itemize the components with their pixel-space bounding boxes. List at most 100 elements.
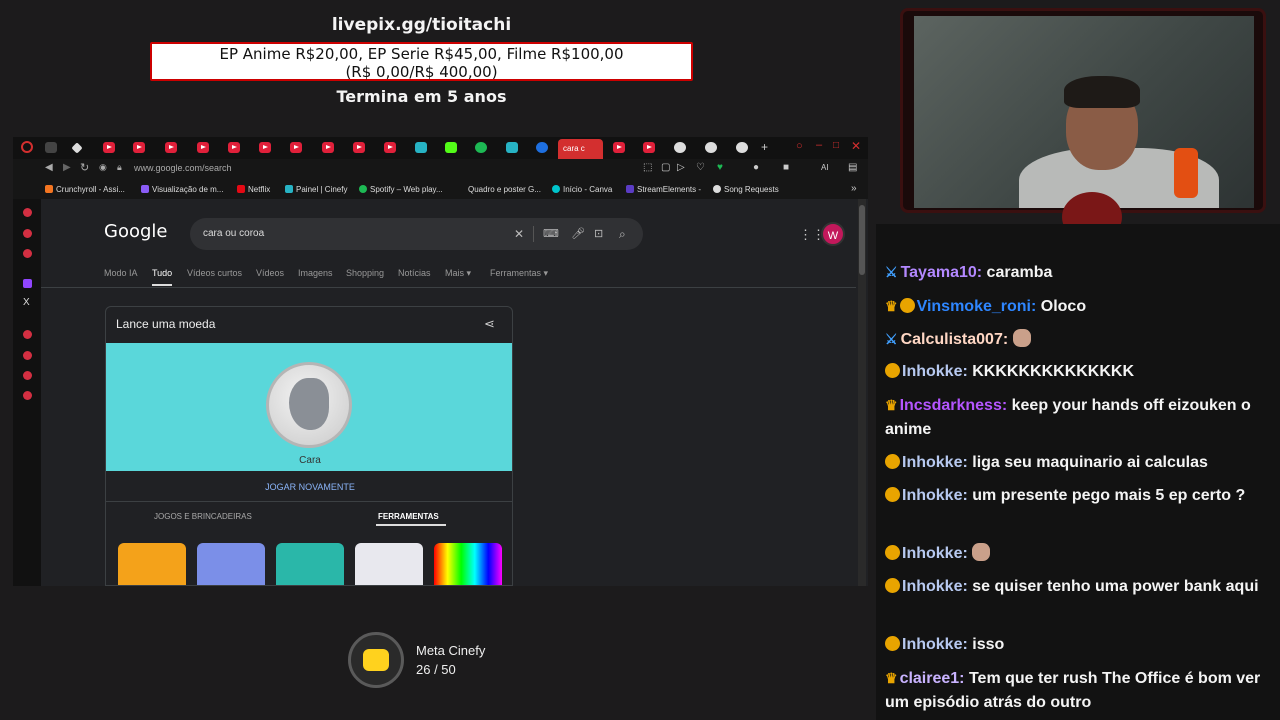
- close-icon[interactable]: ✕: [851, 139, 861, 153]
- search-input[interactable]: cara ou coroa: [203, 228, 264, 239]
- tab-tudo[interactable]: Tudo: [152, 268, 172, 278]
- clear-icon[interactable]: ✕: [514, 227, 524, 241]
- opera-icon[interactable]: [21, 141, 33, 153]
- extension-icon[interactable]: ■: [783, 162, 789, 173]
- bookmark-item[interactable]: Song Requests: [713, 185, 779, 194]
- extension-icon[interactable]: ●: [753, 162, 759, 173]
- minimize-icon[interactable]: –: [816, 139, 822, 151]
- sidebar-app-icon[interactable]: [23, 351, 32, 360]
- crown-badge-icon: ♛: [885, 670, 898, 686]
- tab-ferramentas[interactable]: Ferramentas ▾: [490, 268, 548, 279]
- tab-misc[interactable]: [71, 142, 83, 154]
- tool-timer-icon[interactable]: [118, 543, 186, 585]
- tool-calculator-icon[interactable]: [197, 543, 265, 585]
- keyboard-icon[interactable]: ⌨: [543, 227, 559, 240]
- tab-shopping[interactable]: Shopping: [346, 268, 384, 278]
- tab-google[interactable]: [674, 142, 686, 153]
- ai-icon[interactable]: AI: [821, 163, 829, 172]
- price-box: EP Anime R$20,00, EP Serie R$45,00, Film…: [150, 42, 693, 81]
- bookmark-item[interactable]: StreamElements -: [626, 185, 701, 194]
- x-icon[interactable]: X: [23, 297, 30, 308]
- sidebar-app-icon[interactable]: [23, 229, 32, 238]
- tab-misc[interactable]: [506, 142, 518, 153]
- coin-area[interactable]: Cara: [106, 343, 512, 471]
- tab-misc[interactable]: [45, 142, 57, 153]
- tab-youtube[interactable]: [384, 142, 396, 153]
- tab-imagens[interactable]: Imagens: [298, 268, 333, 278]
- bookmark-item[interactable]: Quadro e poster G...: [457, 185, 541, 194]
- tab-youtube[interactable]: [259, 142, 271, 153]
- page-scrollbar[interactable]: [858, 199, 866, 586]
- bookmark-item[interactable]: Netflix: [237, 185, 270, 194]
- google-logo[interactable]: Google: [104, 221, 167, 242]
- search-icon[interactable]: ⌕: [619, 227, 626, 242]
- tab-kick[interactable]: [445, 142, 457, 153]
- tab-youtube[interactable]: [643, 142, 655, 153]
- extension-icon[interactable]: ♥: [717, 162, 723, 173]
- sidebar-app-icon[interactable]: [23, 391, 32, 400]
- tab-modo-ia[interactable]: Modo IA: [104, 268, 138, 278]
- tool-color-picker-icon[interactable]: [434, 543, 502, 585]
- extension-icon[interactable]: ♡: [696, 162, 705, 173]
- tab-videos-curtos[interactable]: Vídeos curtos: [187, 268, 242, 278]
- bookmark-item[interactable]: Painel | Cinefy: [285, 185, 347, 194]
- webcam-feed: [914, 16, 1254, 208]
- extension-icon[interactable]: ▷: [677, 162, 685, 173]
- tab-youtube[interactable]: [228, 142, 240, 153]
- tab-noticias[interactable]: Notícias: [398, 268, 431, 278]
- tab-youtube[interactable]: [290, 142, 302, 153]
- lens-icon[interactable]: ⊡: [594, 227, 603, 240]
- tab-misc[interactable]: [415, 142, 427, 153]
- reload-icon[interactable]: ↻: [80, 161, 89, 174]
- tab-google[interactable]: [705, 142, 717, 153]
- extension-icon[interactable]: ▢: [661, 162, 670, 173]
- tool-dice-icon[interactable]: [355, 543, 423, 585]
- microphone-icon[interactable]: 🎤︎: [571, 227, 585, 240]
- url-field[interactable]: www.google.com/search: [134, 163, 232, 173]
- tab-mais[interactable]: Mais ▾: [445, 268, 471, 279]
- coin-image[interactable]: [266, 362, 352, 448]
- tab-youtube[interactable]: [103, 142, 115, 153]
- forward-icon[interactable]: ▶: [63, 162, 71, 173]
- tab-youtube[interactable]: [197, 142, 209, 153]
- sidebar-app-icon[interactable]: [23, 208, 32, 217]
- bookmark-item[interactable]: Crunchyroll - Assi...: [45, 185, 125, 194]
- tab-youtube[interactable]: [353, 142, 365, 153]
- maximize-icon[interactable]: □: [833, 140, 839, 151]
- tab-misc[interactable]: [536, 142, 548, 153]
- bookmark-label: Netflix: [248, 185, 271, 194]
- extension-icon[interactable]: ⬚: [643, 162, 652, 173]
- category-games-tab[interactable]: JOGOS E BRINCADEIRAS: [154, 512, 252, 521]
- scrollbar-thumb[interactable]: [859, 205, 865, 275]
- tab-google[interactable]: [736, 142, 748, 153]
- meta-title: Meta Cinefy: [416, 643, 486, 658]
- sidebar-app-icon[interactable]: [23, 249, 32, 258]
- back-icon[interactable]: ◀: [45, 162, 53, 173]
- card-divider: [106, 501, 512, 502]
- bookmark-item[interactable]: Spotify – Web play...: [359, 185, 443, 194]
- new-tab-icon[interactable]: +: [761, 140, 768, 154]
- replay-button[interactable]: JOGAR NOVAMENTE: [106, 482, 512, 492]
- tab-spotify[interactable]: [475, 142, 487, 153]
- livepix-title: livepix.gg/tioitachi: [331, 15, 512, 35]
- tab-youtube[interactable]: [322, 142, 334, 153]
- share-icon[interactable]: ⋖: [484, 316, 495, 332]
- search-tabs-icon[interactable]: ○: [796, 140, 803, 152]
- tab-active-google[interactable]: cara c: [558, 139, 603, 159]
- category-tools-tab[interactable]: FERRAMENTAS: [378, 512, 439, 521]
- menu-icon[interactable]: ▤: [848, 162, 857, 173]
- bookmark-item[interactable]: Visualização de m...: [141, 185, 223, 194]
- tab-youtube[interactable]: [133, 142, 145, 153]
- twitch-icon[interactable]: [23, 279, 32, 288]
- bookmark-item[interactable]: Início - Canva: [552, 185, 612, 194]
- avatar[interactable]: W: [821, 222, 845, 246]
- sidebar-app-icon[interactable]: [23, 371, 32, 380]
- tab-videos[interactable]: Vídeos: [256, 268, 284, 278]
- tool-spinner-icon[interactable]: [276, 543, 344, 585]
- sidebar-app-icon[interactable]: [23, 330, 32, 339]
- bookmarks-more-icon[interactable]: »: [851, 183, 857, 194]
- tab-youtube[interactable]: [613, 142, 625, 153]
- search-box[interactable]: cara ou coroa ✕ ⌨ 🎤︎ ⊡ ⌕: [190, 218, 643, 250]
- browser-sidebar: X: [13, 159, 41, 586]
- tab-youtube[interactable]: [165, 142, 177, 153]
